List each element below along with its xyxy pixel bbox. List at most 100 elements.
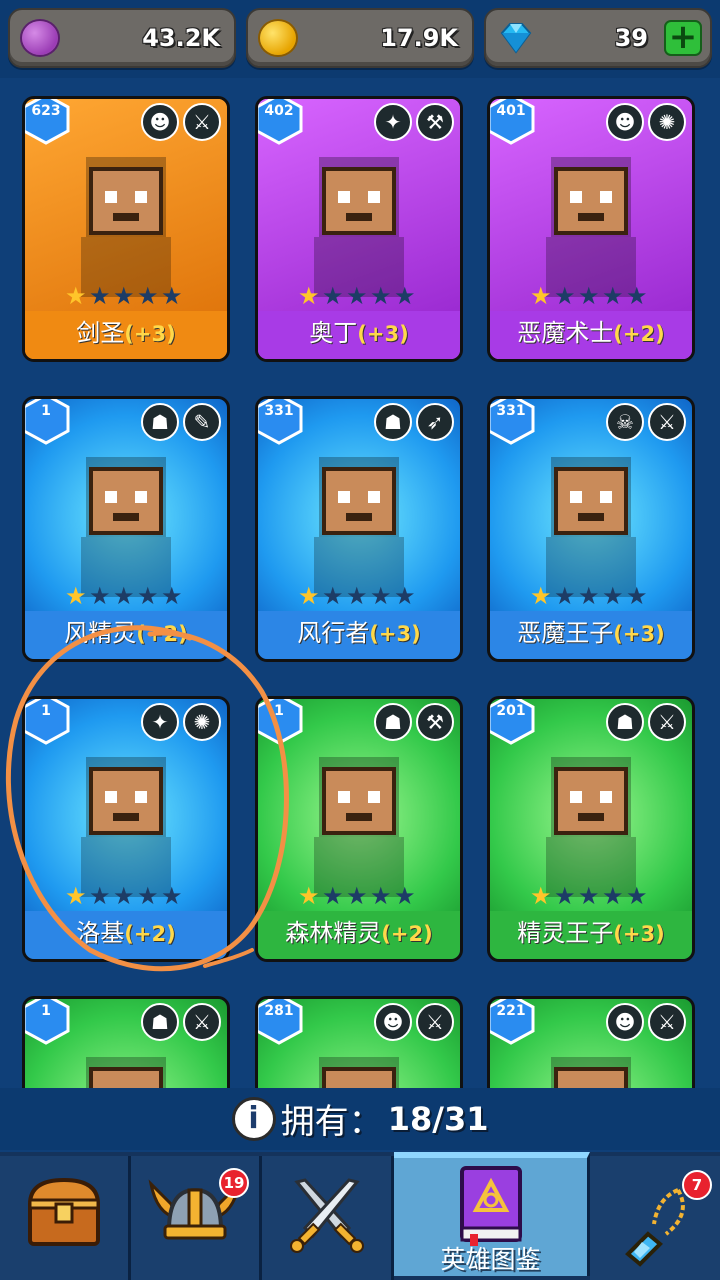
star-icon: ★ xyxy=(89,282,111,310)
gold-coin-icon xyxy=(260,21,296,55)
hero-codex-label: 英雄图鉴 xyxy=(440,1245,541,1274)
star-rating: ★ ★ ★ ★ ★ xyxy=(530,282,649,310)
level-value: 1 xyxy=(41,703,51,719)
elf-icon: ☗ xyxy=(606,703,644,741)
level-value: 1 xyxy=(274,703,284,719)
level-value: 331 xyxy=(496,403,526,419)
star-icon: ★ xyxy=(626,882,648,910)
elixir-value: 43.2K xyxy=(142,24,220,52)
hero-bonus: (+3) xyxy=(369,622,421,646)
hero-bonus: (+2) xyxy=(124,922,176,946)
hero-card[interactable]: 1☗⚔★★★★★ xyxy=(22,996,230,1088)
nav-tab-items[interactable]: 7 xyxy=(590,1156,720,1280)
sword-icon: ⚔ xyxy=(416,1003,454,1041)
hero-card[interactable]: 331 ☠ ⚔ ★ ★ ★ ★ ★ 恶魔王子(+3) xyxy=(487,396,695,662)
star-icon: ★ xyxy=(298,582,320,610)
gem-icon xyxy=(500,23,532,54)
star-icon: ★ xyxy=(161,882,183,910)
orc-icon: ☻ xyxy=(374,1003,412,1041)
book-icon xyxy=(459,1166,522,1246)
level-value: 281 xyxy=(264,1003,294,1019)
hero-card[interactable]: 331 ☗ ➶ ★ ★ ★ ★ ★ 风行者(+3) xyxy=(255,396,463,662)
hero-card[interactable]: 623 ☻ ⚔ ★ ★ ★ ★ ★ 剑圣(+3) xyxy=(22,96,230,362)
owned-summary: i 拥有： 18/31 xyxy=(0,1088,720,1150)
gold-value: 17.9K xyxy=(380,24,458,52)
level-badge: 331 xyxy=(258,399,304,445)
star-icon: ★ xyxy=(298,882,320,910)
nav-tab-hero-codex[interactable]: 英雄图鉴 xyxy=(394,1152,590,1276)
level-value: 401 xyxy=(496,103,526,119)
elf-icon: ☗ xyxy=(141,403,179,441)
star-icon: ★ xyxy=(137,882,159,910)
hero-card[interactable]: 1 ✦ ✺ ★ ★ ★ ★ ★ 洛基(+2) xyxy=(22,696,230,962)
hero-bonus: (+3) xyxy=(613,622,665,646)
star-icon: ★ xyxy=(137,282,159,310)
hero-bonus: (+3) xyxy=(613,922,665,946)
orc-icon: ☻ xyxy=(606,103,644,141)
hero-bonus: (+2) xyxy=(381,922,433,946)
level-badge: 331 xyxy=(490,399,536,445)
star-icon: ★ xyxy=(137,582,159,610)
hero-name-bar: 洛基(+2) xyxy=(25,911,227,959)
nav-tab-battle[interactable] xyxy=(262,1156,394,1280)
nav-tab-chest[interactable] xyxy=(0,1156,131,1280)
level-value: 331 xyxy=(264,403,294,419)
hero-card[interactable]: 201 ☗ ⚔ ★ ★ ★ ★ ★ 精灵王子(+3) xyxy=(487,696,695,962)
star-icon: ★ xyxy=(394,882,416,910)
add-gems-button[interactable]: + xyxy=(664,20,702,56)
hero-name-bar: 风行者(+3) xyxy=(258,611,460,659)
star-rating: ★ ★ ★ ★ ★ xyxy=(298,882,417,910)
gold-counter: 17.9K xyxy=(246,8,474,68)
winged-icon: ✦ xyxy=(374,103,412,141)
star-rating: ★ ★ ★ ★ ★ xyxy=(298,282,417,310)
hero-card[interactable]: 281☻⚔★★★★★ xyxy=(255,996,463,1088)
level-value: 402 xyxy=(264,103,294,119)
level-badge: 1 xyxy=(25,699,71,745)
hero-name: 风精灵 xyxy=(64,619,137,647)
info-icon[interactable]: i xyxy=(231,1096,276,1141)
level-badge: 281 xyxy=(258,999,304,1045)
level-value: 1 xyxy=(41,1003,51,1019)
bow-icon: ➶ xyxy=(416,403,454,441)
star-icon: ★ xyxy=(161,282,183,310)
star-icon: ★ xyxy=(89,882,111,910)
magic-icon: ✺ xyxy=(183,703,221,741)
heroes-notification-badge: 19 xyxy=(219,1168,249,1198)
hero-name: 洛基 xyxy=(76,919,125,947)
hero-card[interactable]: 1 ☗ ✎ ★ ★ ★ ★ ★ 风精灵(+2) xyxy=(22,396,230,662)
hero-name: 森林精灵 xyxy=(285,919,382,947)
hero-card[interactable]: 402 ✦ ⚒ ★ ★ ★ ★ ★ 奥丁(+3) xyxy=(255,96,463,362)
hero-name-bar: 精灵王子(+3) xyxy=(490,911,692,959)
star-rating: ★ ★ ★ ★ ★ xyxy=(65,282,184,310)
star-icon: ★ xyxy=(322,582,344,610)
owned-count: 18/31 xyxy=(387,1099,489,1138)
elf-icon: ☗ xyxy=(374,703,412,741)
hero-name: 恶魔王子 xyxy=(517,619,614,647)
level-badge: 1 xyxy=(258,699,304,745)
staff-icon: ✎ xyxy=(183,403,221,441)
orc-icon: ☻ xyxy=(606,1003,644,1041)
elf-icon: ☗ xyxy=(141,1003,179,1041)
nav-tab-heroes[interactable]: 19 xyxy=(131,1156,262,1280)
hero-card[interactable]: 401 ☻ ✺ ★ ★ ★ ★ ★ 恶魔术士(+2) xyxy=(487,96,695,362)
star-icon: ★ xyxy=(530,882,552,910)
sword-icon: ⚔ xyxy=(183,1003,221,1041)
star-icon: ★ xyxy=(554,282,576,310)
hero-card[interactable]: 221☻⚔★★★★★ xyxy=(487,996,695,1088)
star-icon: ★ xyxy=(161,582,183,610)
star-icon: ★ xyxy=(554,582,576,610)
level-badge: 1 xyxy=(25,999,71,1045)
sword-icon: ⚔ xyxy=(648,703,686,741)
hero-name: 奥丁 xyxy=(309,319,358,347)
level-badge: 623 xyxy=(25,99,71,145)
hero-name: 剑圣 xyxy=(76,319,125,347)
hero-card[interactable]: 1 ☗ ⚒ ★ ★ ★ ★ ★ 森林精灵(+2) xyxy=(255,696,463,962)
star-icon: ★ xyxy=(394,282,416,310)
star-icon: ★ xyxy=(370,882,392,910)
star-icon: ★ xyxy=(578,882,600,910)
crossed-swords-icon xyxy=(289,1178,364,1253)
orc-icon: ☻ xyxy=(141,103,179,141)
star-icon: ★ xyxy=(578,282,600,310)
star-icon: ★ xyxy=(346,282,368,310)
level-value: 221 xyxy=(496,1003,526,1019)
